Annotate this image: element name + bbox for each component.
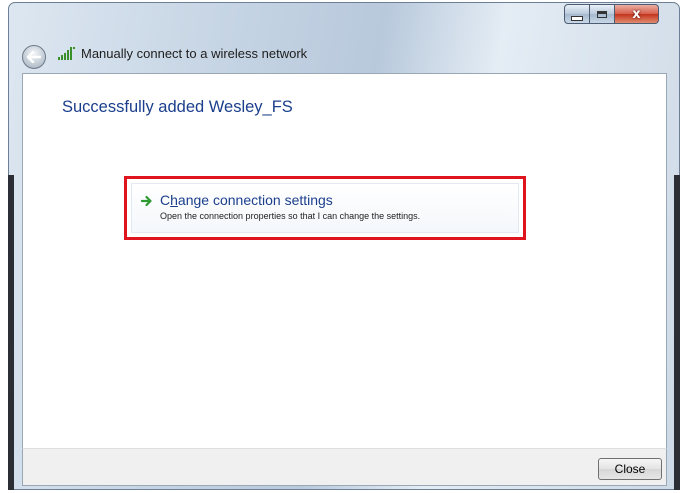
caption-buttons: x	[564, 4, 659, 26]
footer-bar: Close	[22, 448, 667, 486]
task-title-suffix: ange connection settings	[177, 192, 333, 208]
close-icon: x	[632, 6, 641, 22]
minimize-icon	[571, 15, 583, 21]
maximize-icon	[597, 10, 607, 18]
highlight-box: Change connection settings Open the conn…	[124, 176, 526, 240]
window-title: Manually connect to a wireless network	[81, 46, 308, 61]
window-close-button[interactable]: x	[615, 4, 659, 24]
window-right-shadow	[674, 175, 680, 490]
wireless-signal-icon	[58, 47, 75, 60]
page-heading: Successfully added Wesley_FS	[62, 98, 293, 116]
task-title-prefix: C	[160, 192, 171, 208]
back-button[interactable]	[22, 45, 46, 69]
content-panel: Successfully added Wesley_FS Change conn…	[22, 73, 667, 448]
task-title: Change connection settings	[160, 192, 333, 208]
green-arrow-icon	[141, 195, 152, 207]
maximize-button[interactable]	[590, 4, 615, 24]
change-connection-settings-link[interactable]: Change connection settings Open the conn…	[131, 183, 519, 233]
task-description: Open the connection properties so that I…	[160, 211, 421, 221]
minimize-button[interactable]	[564, 4, 590, 24]
window-left-shadow	[8, 175, 14, 490]
back-arrow-icon	[27, 51, 41, 63]
close-button[interactable]: Close	[598, 458, 662, 480]
task-title-accelerator: h	[170, 192, 178, 208]
